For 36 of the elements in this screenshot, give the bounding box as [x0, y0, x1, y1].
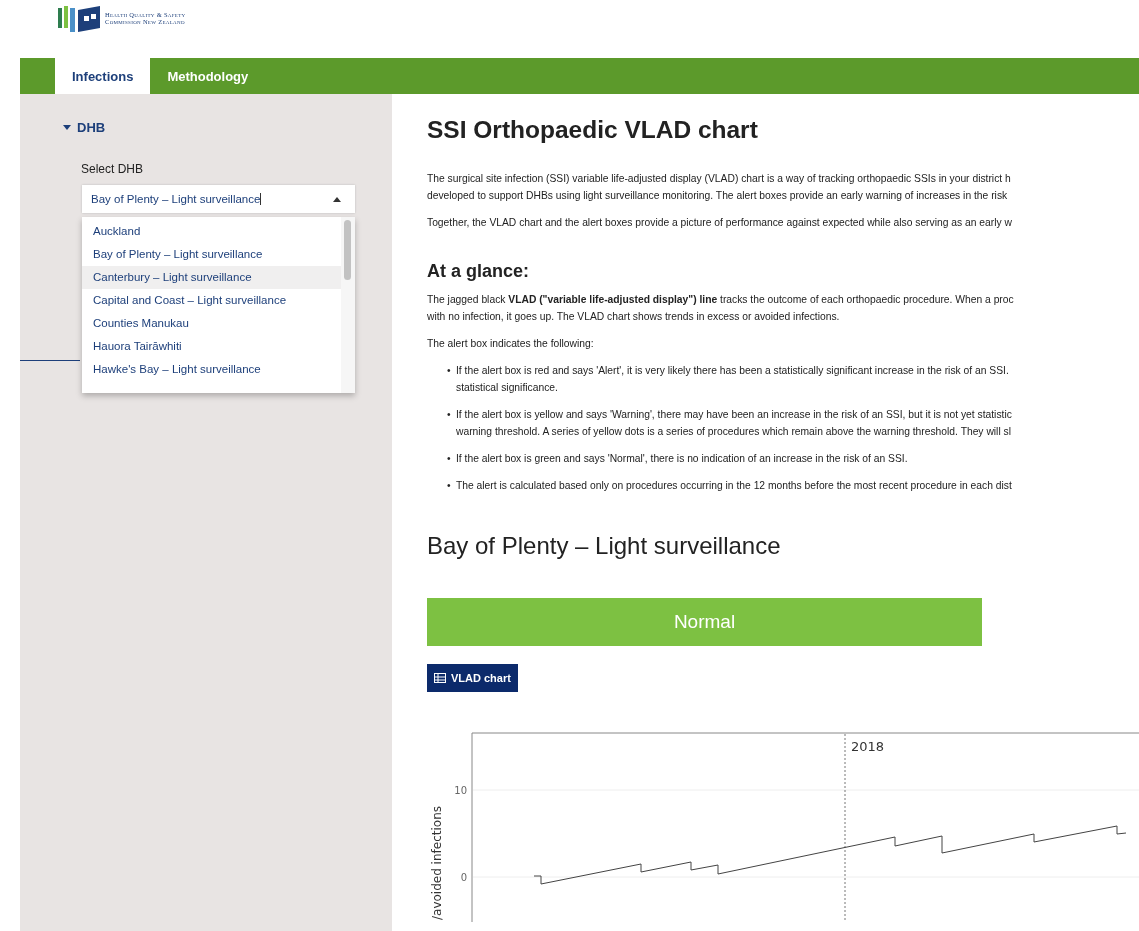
caret-icon	[333, 196, 341, 202]
section-toggle[interactable]: DHB	[63, 120, 106, 135]
y-tick: 0	[460, 872, 467, 883]
bullet-marker: •	[447, 364, 452, 378]
bullet-text: If the alert box is yellow and says 'Warning', there may have been an increase in the risk of an SSI, but it is not yet statistic warning threshold. A series of yellow dots is a series of procedures which remain above the warning threshold. They will sl	[456, 408, 1012, 439]
dropdown-option[interactable]: Auckland	[82, 220, 341, 243]
dropdown-option[interactable]: Hawke's Bay – Light surveillance	[82, 358, 341, 381]
nav-tab[interactable]: Infections	[55, 58, 151, 94]
bullet-text: If the alert box is green and says 'Normal', there is no indication of an increase in the risk of an SSI.	[456, 452, 908, 466]
y-tick: 10	[454, 785, 467, 796]
page-title: SSI Orthopaedic VLAD chart	[427, 116, 759, 144]
marker-label: 2018	[851, 739, 885, 754]
bullet-text: The alert is calculated based only on procedures occurring in the 12 months before the most recent procedure in each dist	[456, 479, 1012, 493]
dropdown-option[interactable]: Hauora Tairāwhiti	[82, 335, 341, 358]
bullet-marker: •	[447, 452, 452, 466]
region-heading: Bay of Plenty – Light surveillance	[427, 532, 782, 560]
paragraph: Together, the VLAD chart and the alert boxes provide a picture of performance against expected while also serving as an early w	[427, 216, 1013, 230]
section-heading: At a glance:	[427, 261, 531, 282]
dropdown-option[interactable]: Capital and Coast – Light surveillance	[82, 289, 341, 312]
bullet-text: If the alert box is red and says 'Alert', it is very likely there has been a statistically significant increase in the risk of an SSI. statistical significance.	[456, 364, 1009, 395]
dropdown-option[interactable]: Bay of Plenty – Light surveillance	[82, 243, 341, 266]
bullet-marker: •	[447, 479, 452, 493]
paragraph: The alert box indicates the following:	[427, 337, 595, 351]
field-label: Select DHB	[81, 162, 145, 176]
table-icon	[434, 673, 446, 683]
scrollbar-thumb[interactable]	[344, 220, 351, 280]
logo-icon	[58, 4, 102, 34]
y-axis-label: /avoided infections	[430, 806, 444, 920]
dhb-select[interactable]: Bay of Plenty – Light surveillance	[82, 185, 355, 213]
paragraph: The surgical site infection (SSI) variable life-adjusted display (VLAD) chart is a way of tracking orthopaedic SSIs in your district h developed to support DHBs using light surveillance monitoring. The alert boxes provide an early warning of increases in the risk	[427, 172, 1012, 203]
dropdown-option[interactable]: Canterbury – Light surveillance	[82, 266, 341, 289]
vlad-chart-button[interactable]: VLAD chart	[427, 664, 518, 692]
dropdown-option[interactable]: Counties Manukau	[82, 312, 341, 335]
alert-box: Normal	[427, 598, 982, 646]
paragraph: The jagged black VLAD ("variable life-adjusted display") line tracks the outcome of each orthopaedic procedure. When a proc with no infection, it goes up. The VLAD chart shows trends in excess or avoided infections.	[427, 293, 1015, 324]
bullet-marker: •	[447, 408, 452, 422]
